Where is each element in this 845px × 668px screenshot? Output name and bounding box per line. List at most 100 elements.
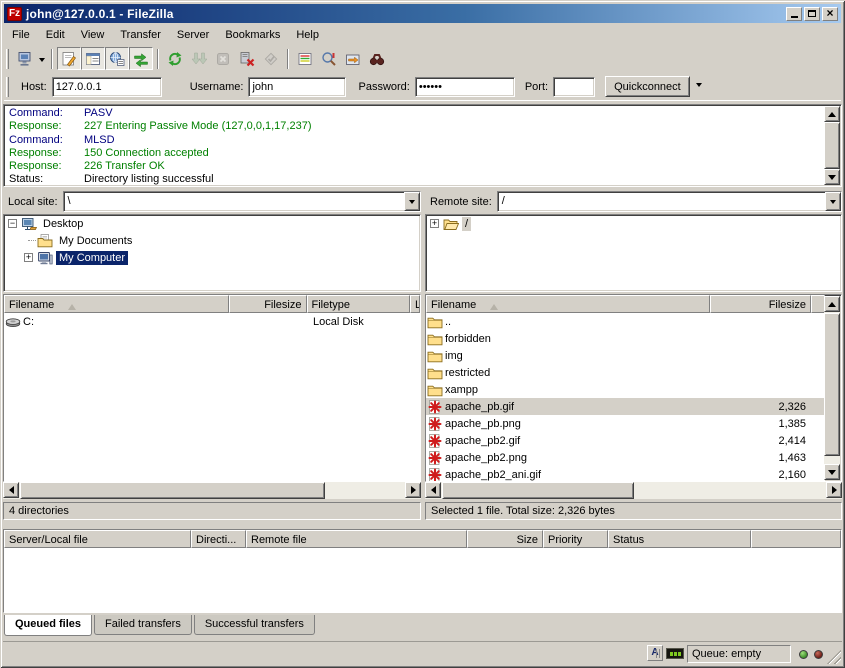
toggle-transfer-queue-button[interactable]: [129, 47, 153, 70]
menu-transfer[interactable]: Transfer: [112, 27, 169, 43]
scroll-left-button[interactable]: [3, 482, 19, 498]
local-list-body: C: Local Disk: [4, 313, 420, 481]
close-button[interactable]: [822, 7, 838, 21]
folder-row[interactable]: xampp: [426, 381, 825, 398]
column-header-filesize[interactable]: Filesize: [229, 295, 307, 313]
remote-tree-icon: [109, 51, 125, 67]
scroll-down-button[interactable]: [824, 464, 840, 480]
toggle-local-tree-button[interactable]: [81, 47, 105, 70]
scroll-thumb[interactable]: [442, 482, 634, 499]
cancel-operation-button[interactable]: [211, 47, 235, 70]
column-header-server-local-file[interactable]: Server/Local file: [4, 530, 191, 548]
scroll-up-button[interactable]: [824, 296, 840, 312]
synchronized-browsing-button[interactable]: [341, 47, 365, 70]
disconnect-button[interactable]: [235, 47, 259, 70]
password-input[interactable]: [415, 77, 515, 97]
host-input[interactable]: [52, 77, 162, 97]
compare-icon: [321, 51, 337, 67]
my-computer-icon: [37, 250, 53, 266]
expand-icon[interactable]: [430, 219, 439, 228]
folder-row[interactable]: img: [426, 347, 825, 364]
maximize-button[interactable]: [804, 7, 820, 21]
remote-vertical-scrollbar[interactable]: [824, 296, 840, 480]
directory-comparison-button[interactable]: [317, 47, 341, 70]
local-pane: Local site: \ Desktop My Documents My Co…: [3, 191, 421, 522]
menu-bar: File Edit View Transfer Server Bookmarks…: [4, 25, 841, 44]
menu-help[interactable]: Help: [288, 27, 327, 43]
directory-filters-button[interactable]: [293, 47, 317, 70]
remote-file-list: Filename Filesize .. forbidden img restr…: [425, 294, 842, 482]
column-header-filename[interactable]: Filename: [4, 295, 229, 313]
scroll-right-button[interactable]: [405, 482, 421, 498]
transfer-type-indicator-icon[interactable]: A: [647, 645, 663, 661]
port-input[interactable]: [553, 77, 595, 97]
remote-site-combo[interactable]: /: [497, 191, 842, 212]
file-row[interactable]: apache_pb2.png1,463: [426, 449, 825, 466]
collapse-icon[interactable]: [8, 219, 17, 228]
resize-grip[interactable]: [827, 650, 841, 664]
folder-row[interactable]: ..: [426, 313, 825, 330]
file-row[interactable]: apache_pb.png1,385: [426, 415, 825, 432]
file-row-selected[interactable]: apache_pb.gif2,326: [426, 398, 825, 415]
column-header-priority[interactable]: Priority: [543, 530, 608, 548]
menu-view[interactable]: View: [73, 27, 113, 43]
tree-item-my-documents[interactable]: My Documents: [4, 232, 420, 249]
toolbar-grabber[interactable]: [6, 49, 9, 69]
site-manager-dropdown-icon[interactable]: [39, 58, 45, 65]
toggle-remote-tree-button[interactable]: [105, 47, 129, 70]
find-files-button[interactable]: [365, 47, 389, 70]
column-header-filename[interactable]: Filename: [426, 295, 710, 313]
titlebar[interactable]: Fz john@127.0.0.1 - FileZilla: [4, 4, 841, 23]
column-header-direction[interactable]: Directi...: [191, 530, 246, 548]
column-header-size[interactable]: Size: [467, 530, 543, 548]
combo-dropdown-button[interactable]: [404, 192, 420, 211]
speed-limit-icon[interactable]: [666, 648, 684, 659]
quickbar-grabber[interactable]: [6, 77, 9, 97]
column-header-filetype[interactable]: Filetype: [307, 295, 411, 313]
tab-failed-transfers[interactable]: Failed transfers: [94, 615, 192, 635]
file-row[interactable]: apache_pb2.gif2,414: [426, 432, 825, 449]
column-header-filesize[interactable]: Filesize: [710, 295, 811, 313]
tab-successful-transfers[interactable]: Successful transfers: [194, 615, 315, 635]
quickconnect-button[interactable]: Quickconnect: [605, 76, 690, 97]
log-scrollbar[interactable]: [824, 106, 840, 185]
scroll-thumb[interactable]: [824, 313, 840, 456]
scroll-down-button[interactable]: [824, 169, 840, 185]
tab-queued-files[interactable]: Queued files: [4, 615, 92, 636]
tree-item-desktop[interactable]: Desktop: [4, 215, 420, 232]
site-manager-button[interactable]: [13, 47, 37, 70]
scroll-up-button[interactable]: [824, 106, 840, 122]
refresh-button[interactable]: [163, 47, 187, 70]
filezilla-logo-icon[interactable]: Fz: [7, 7, 22, 21]
file-row-c-drive[interactable]: C: Local Disk: [4, 313, 420, 330]
column-header-remote-file[interactable]: Remote file: [246, 530, 467, 548]
tree-item-my-computer[interactable]: My Computer: [4, 249, 420, 266]
remote-horizontal-scrollbar[interactable]: [425, 482, 842, 499]
local-horizontal-scrollbar[interactable]: [3, 482, 421, 499]
tree-item-root[interactable]: /: [426, 215, 841, 232]
local-site-combo[interactable]: \: [63, 191, 421, 212]
scroll-right-button[interactable]: [826, 482, 842, 498]
menu-file[interactable]: File: [4, 27, 38, 43]
combo-dropdown-button[interactable]: [825, 192, 841, 211]
arrow-right-icon: [832, 486, 841, 494]
folder-row[interactable]: restricted: [426, 364, 825, 381]
folder-row[interactable]: forbidden: [426, 330, 825, 347]
file-row[interactable]: apache_pb2_ani.gif2,160: [426, 466, 825, 482]
menu-bookmarks[interactable]: Bookmarks: [217, 27, 288, 43]
menu-server[interactable]: Server: [169, 27, 217, 43]
column-header-status[interactable]: Status: [608, 530, 751, 548]
scroll-thumb[interactable]: [20, 482, 325, 499]
process-queue-button[interactable]: [187, 47, 211, 70]
reconnect-button[interactable]: [259, 47, 283, 70]
toggle-message-log-button[interactable]: [57, 47, 81, 70]
column-header-lastmodified[interactable]: L: [410, 295, 420, 313]
username-input[interactable]: [248, 77, 346, 97]
minimize-button[interactable]: [786, 7, 802, 21]
quickconnect-dropdown-button[interactable]: [690, 76, 708, 97]
expand-icon[interactable]: [24, 253, 33, 262]
scroll-left-button[interactable]: [425, 482, 441, 498]
menu-edit[interactable]: Edit: [38, 27, 73, 43]
local-list-header: Filename Filesize Filetype L: [4, 295, 420, 313]
scroll-thumb[interactable]: [824, 122, 840, 169]
